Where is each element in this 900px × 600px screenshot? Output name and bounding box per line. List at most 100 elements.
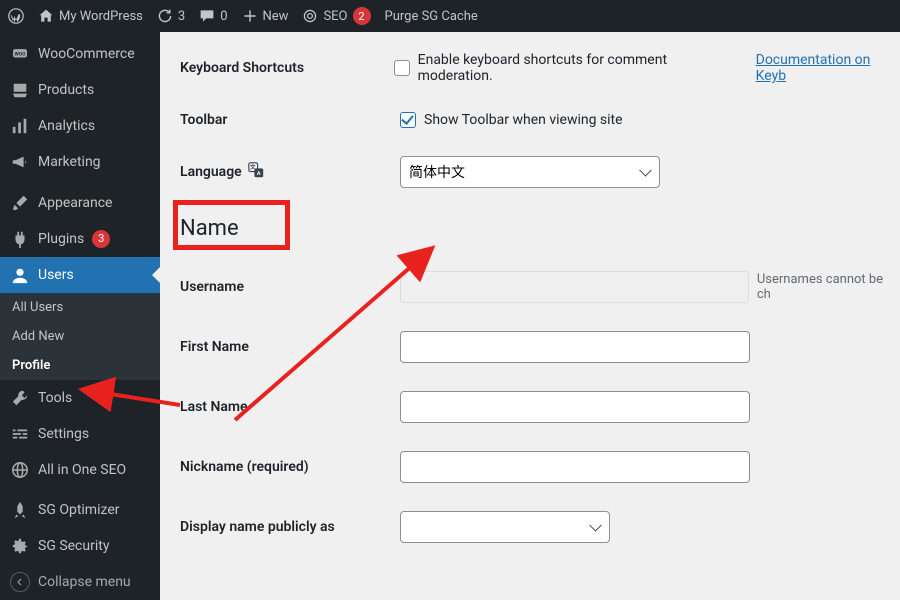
submenu-add-user[interactable]: Add New (0, 322, 160, 351)
globe-icon (10, 460, 30, 480)
sidebar-item-analytics[interactable]: Analytics (0, 108, 160, 144)
seo-target-icon (302, 8, 318, 24)
site-name: My WordPress (59, 9, 143, 24)
plus-icon (242, 8, 258, 24)
sidebar-item-settings[interactable]: Settings (0, 416, 160, 452)
translate-icon: 文A (248, 162, 264, 182)
users-submenu: All Users Add New Profile (0, 293, 160, 380)
row-nickname: Nickname (required) (180, 451, 900, 483)
nickname-label: Nickname (required) (180, 459, 400, 475)
row-username: Username Usernames cannot be ch (180, 271, 900, 303)
keyboard-shortcuts-checkbox[interactable] (394, 60, 410, 76)
new-link[interactable]: New (242, 8, 289, 24)
purge-label: Purge SG Cache (385, 9, 478, 24)
language-label: Language 文A (180, 162, 400, 182)
displayname-select[interactable] (400, 511, 610, 543)
woocommerce-icon: WOO (10, 44, 30, 64)
collapse-icon (10, 572, 30, 592)
plug-icon (10, 229, 30, 249)
firstname-input[interactable] (400, 331, 750, 363)
username-input (400, 271, 749, 303)
gear-icon (10, 536, 30, 556)
nickname-input[interactable] (400, 451, 750, 483)
toolbar-checkbox[interactable] (400, 112, 416, 128)
lastname-label: Last Name (180, 399, 400, 415)
row-firstname: First Name (180, 331, 900, 363)
submenu-all-users[interactable]: All Users (0, 293, 160, 322)
row-language: Language 文A 简体中文 (180, 156, 900, 188)
row-lastname: Last Name (180, 391, 900, 423)
seo-label: SEO (323, 9, 347, 24)
admin-sidebar: WOO WooCommerce Products Analytics (0, 32, 160, 600)
admin-toolbar: My WordPress 3 0 New SEO 2 Purge SG Cach… (0, 0, 900, 32)
sidebar-item-label: Users (38, 267, 74, 283)
language-label-text: Language (180, 164, 242, 180)
section-name: Name (180, 216, 900, 241)
username-hint: Usernames cannot be ch (757, 272, 900, 302)
sidebar-item-marketing[interactable]: Marketing (0, 144, 160, 180)
row-keyboard-shortcuts: Keyboard Shortcuts Enable keyboard short… (180, 52, 900, 84)
sidebar-item-sgoptimizer[interactable]: SG Optimizer (0, 492, 160, 528)
comments-link[interactable]: 0 (199, 8, 227, 24)
site-link[interactable]: My WordPress (38, 8, 143, 24)
seo-link[interactable]: SEO 2 (302, 7, 370, 25)
sidebar-item-plugins[interactable]: Plugins 3 (0, 221, 160, 257)
sidebar-item-label: Products (38, 82, 94, 98)
brush-icon (10, 193, 30, 213)
row-displayname: Display name publicly as (180, 511, 900, 543)
sidebar-item-appearance[interactable]: Appearance (0, 185, 160, 221)
sidebar-item-label: Plugins (38, 231, 84, 247)
bar-chart-icon (10, 116, 30, 136)
keyboard-shortcuts-label: Keyboard Shortcuts (180, 60, 394, 76)
toolbar-text: Show Toolbar when viewing site (424, 112, 623, 128)
megaphone-icon (10, 152, 30, 172)
sidebar-item-label: All in One SEO (38, 462, 126, 478)
svg-text:文: 文 (250, 163, 256, 171)
rocket-icon (10, 500, 30, 520)
sidebar-item-label: WooCommerce (38, 46, 135, 62)
submenu-profile[interactable]: Profile (0, 351, 160, 380)
wrench-icon (10, 388, 30, 408)
updates-link[interactable]: 3 (157, 8, 185, 24)
sidebar-item-label: Marketing (38, 154, 101, 170)
svg-text:WOO: WOO (14, 51, 26, 57)
plugins-badge: 3 (92, 230, 110, 248)
archive-icon (10, 80, 30, 100)
keyboard-shortcuts-text: Enable keyboard shortcuts for comment mo… (418, 52, 737, 84)
purge-cache-link[interactable]: Purge SG Cache (385, 9, 478, 24)
sidebar-item-label: SG Optimizer (38, 502, 119, 518)
lastname-input[interactable] (400, 391, 750, 423)
sidebar-item-label: Tools (38, 390, 72, 406)
refresh-icon (157, 8, 173, 24)
sidebar-item-users[interactable]: Users (0, 257, 160, 293)
svg-text:A: A (257, 171, 261, 177)
new-label: New (263, 9, 289, 24)
collapse-menu[interactable]: Collapse menu (0, 564, 160, 600)
sidebar-item-label: Settings (38, 426, 89, 442)
sidebar-item-products[interactable]: Products (0, 72, 160, 108)
user-icon (10, 265, 30, 285)
updates-count: 3 (178, 9, 185, 24)
seo-badge: 2 (353, 7, 371, 25)
sidebar-item-sgsecurity[interactable]: SG Security (0, 528, 160, 564)
language-select[interactable]: 简体中文 (400, 156, 660, 188)
comments-count: 0 (220, 9, 227, 24)
wp-logo[interactable] (8, 8, 24, 24)
sidebar-item-woocommerce[interactable]: WOO WooCommerce (0, 36, 160, 72)
profile-page: Keyboard Shortcuts Enable keyboard short… (160, 32, 900, 600)
keyboard-shortcuts-doc-link[interactable]: Documentation on Keyb (756, 52, 900, 84)
comment-icon (199, 8, 215, 24)
firstname-label: First Name (180, 339, 400, 355)
sidebar-item-aioseo[interactable]: All in One SEO (0, 452, 160, 488)
toolbar-label: Toolbar (180, 112, 400, 128)
sliders-icon (10, 424, 30, 444)
collapse-label: Collapse menu (38, 574, 131, 590)
wordpress-icon (8, 8, 24, 24)
home-icon (38, 8, 54, 24)
sidebar-item-tools[interactable]: Tools (0, 380, 160, 416)
sidebar-item-label: Appearance (38, 195, 112, 211)
username-label: Username (180, 279, 400, 295)
sidebar-item-label: SG Security (38, 538, 109, 554)
sidebar-item-label: Analytics (38, 118, 95, 134)
displayname-label: Display name publicly as (180, 519, 400, 535)
